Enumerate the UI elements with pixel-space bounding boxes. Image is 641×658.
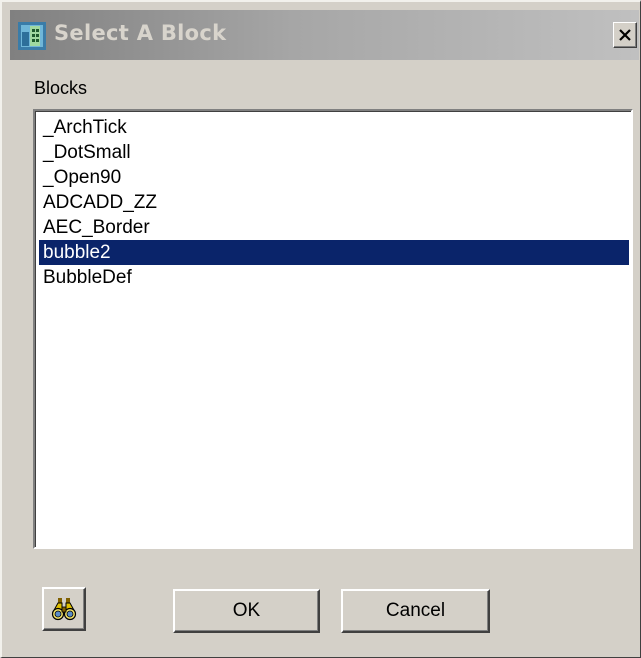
block-app-icon xyxy=(18,22,46,50)
blocks-list: _ArchTick _DotSmall _Open90 ADCADD_ZZ AEC_Bo… xyxy=(39,115,629,290)
close-button[interactable] xyxy=(613,22,637,48)
find-block-button[interactable] xyxy=(42,587,86,631)
list-item[interactable]: BubbleDef xyxy=(39,265,629,290)
list-item[interactable]: ADCADD_ZZ xyxy=(39,190,629,215)
ok-button[interactable]: OK xyxy=(173,589,320,633)
list-item[interactable]: bubble2 xyxy=(39,240,629,265)
close-icon xyxy=(619,29,631,41)
blocks-label: Blocks xyxy=(34,78,88,98)
window-title: Select A Block xyxy=(54,21,227,45)
title-bar[interactable]: Select A Block xyxy=(10,10,639,60)
select-block-dialog: Select A Block Blocks _ArchTick _DotSmall… xyxy=(0,0,641,658)
binoculars-icon xyxy=(51,598,77,621)
list-item[interactable]: AEC_Border xyxy=(39,215,629,240)
blocks-listbox[interactable]: _ArchTick _DotSmall _Open90 ADCADD_ZZ AEC_Bo… xyxy=(33,109,633,549)
cancel-button[interactable]: Cancel xyxy=(341,589,490,633)
list-item[interactable]: _DotSmall xyxy=(39,140,629,165)
list-item[interactable]: _ArchTick xyxy=(39,115,629,140)
list-item[interactable]: _Open90 xyxy=(39,165,629,190)
